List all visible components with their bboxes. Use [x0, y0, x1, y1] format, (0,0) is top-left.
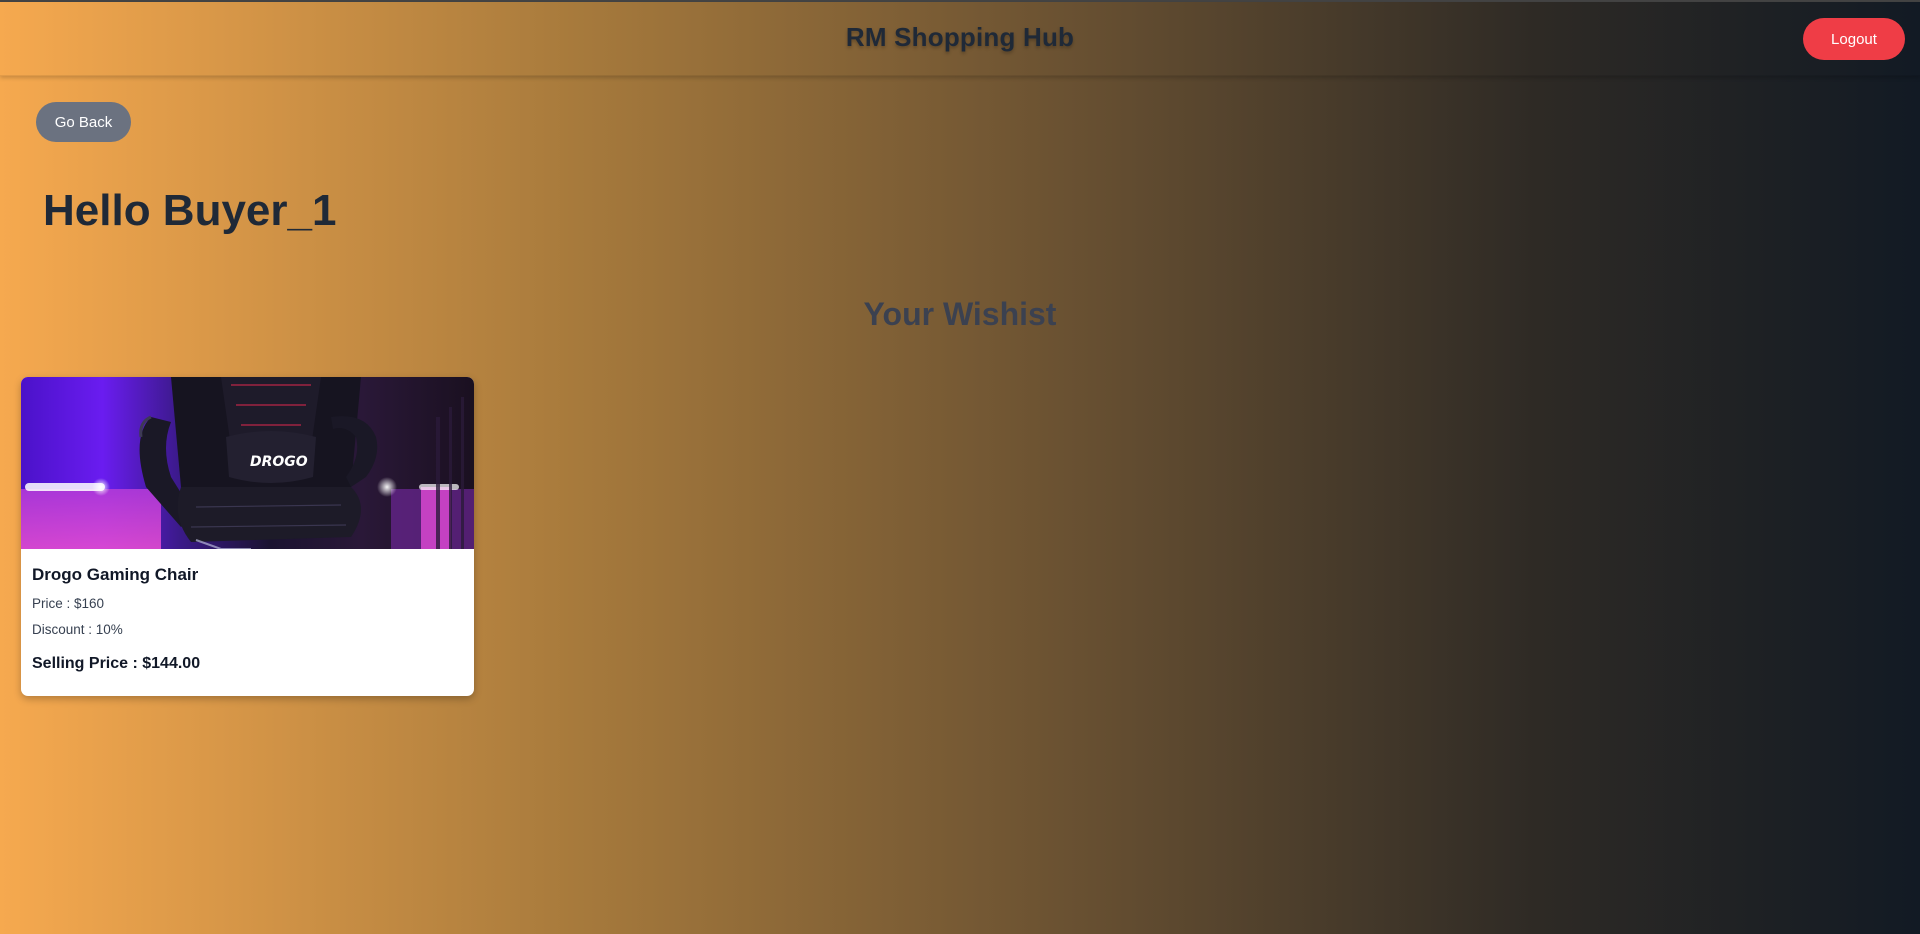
wishlist-title: Your Wishist: [863, 296, 1057, 332]
app-title: RM Shopping Hub: [845, 22, 1075, 52]
product-selling-price: Selling Price : $144.00: [32, 655, 201, 672]
product-name: Drogo Gaming Chair: [32, 565, 199, 584]
gaming-chair-image: DROGO: [21, 377, 474, 549]
product-image: DROGO: [21, 377, 474, 549]
go-back-button[interactable]: Go Back: [36, 102, 131, 142]
product-discount: Discount : 10%: [32, 622, 123, 637]
page-greeting: Hello Buyer_1: [43, 186, 337, 235]
chair-logo-text: DROGO: [250, 454, 308, 470]
logout-button[interactable]: Logout: [1803, 18, 1905, 60]
product-price: Price : $160: [32, 596, 105, 611]
wishlist-card[interactable]: DROGO Drogo Gaming Chair Price : $160 Di…: [21, 377, 474, 696]
navbar: RM Shopping Hub Logout: [0, 2, 1920, 76]
